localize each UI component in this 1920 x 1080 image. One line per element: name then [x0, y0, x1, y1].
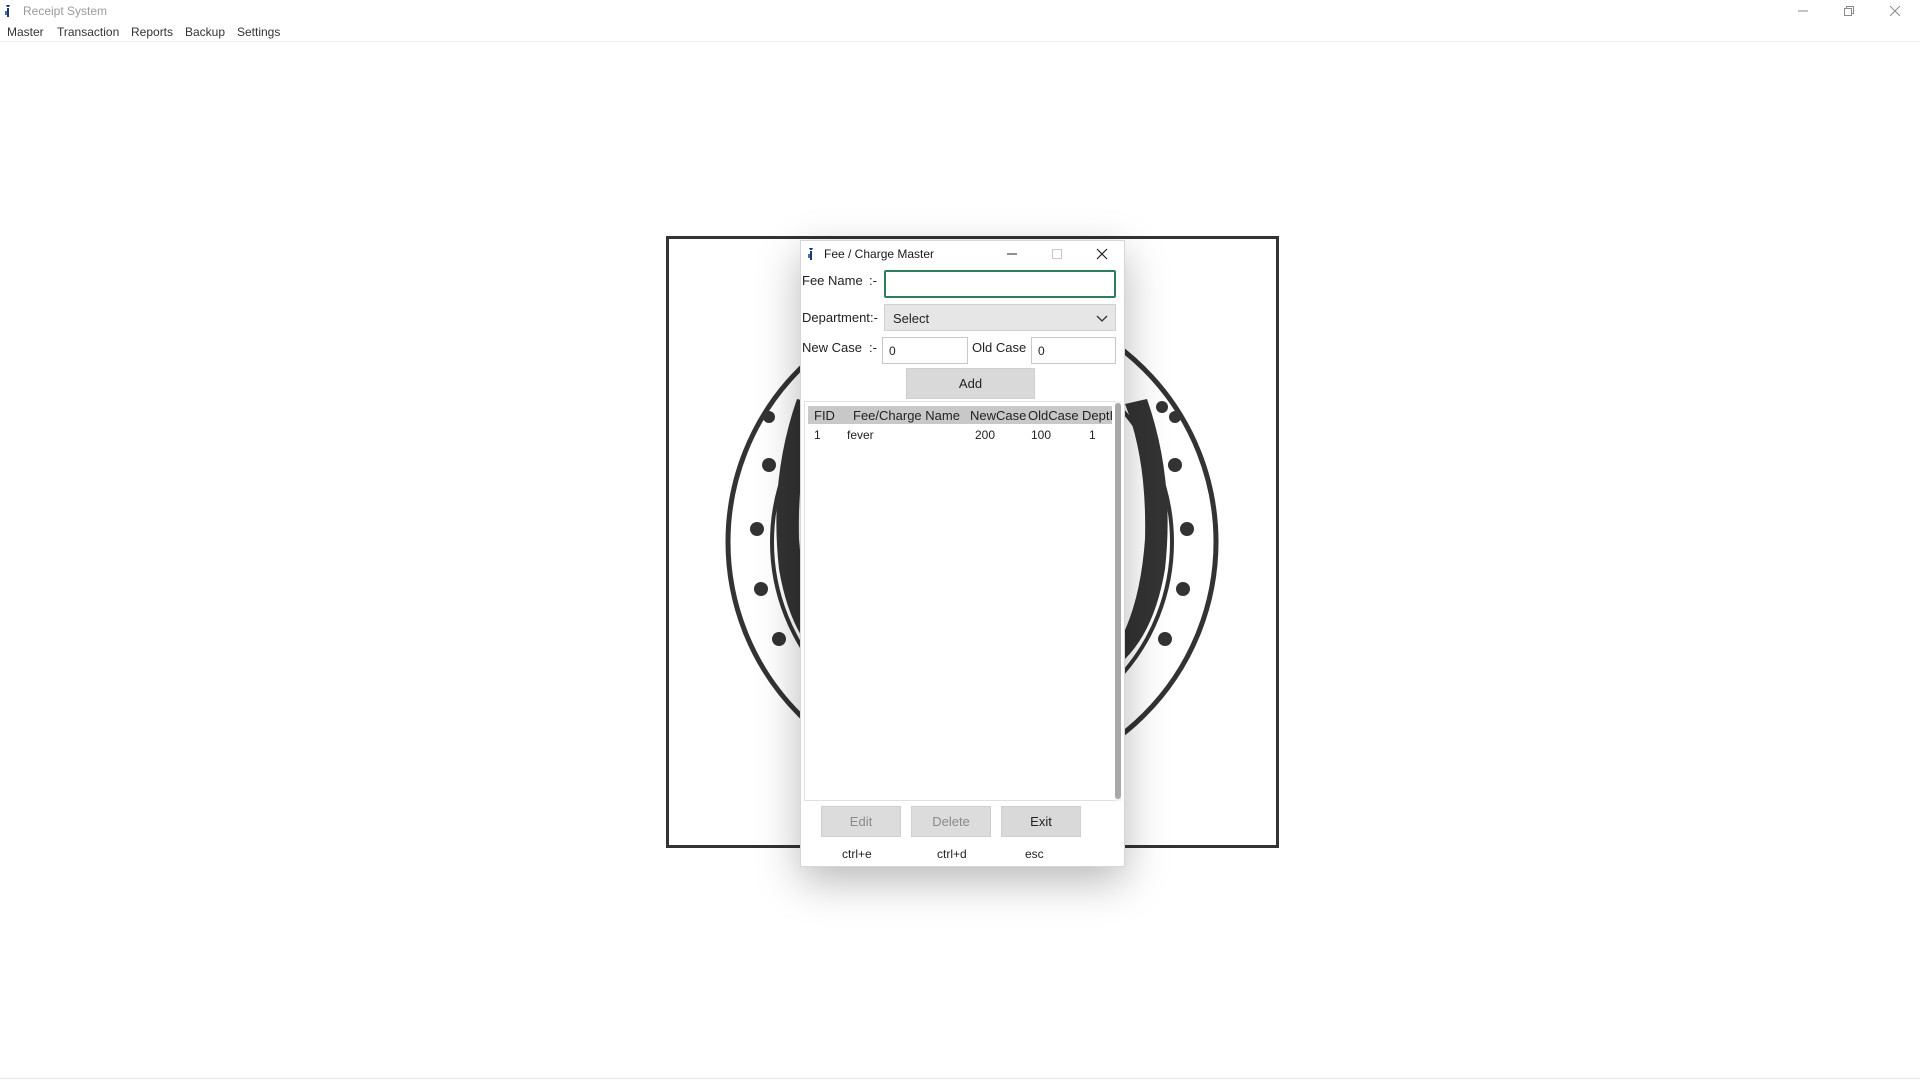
table-scrollbar[interactable] — [1115, 401, 1121, 801]
column-header-deptid[interactable]: DeptId — [1082, 408, 1112, 423]
delete-button[interactable]: Delete — [911, 806, 991, 837]
close-icon — [1096, 248, 1108, 259]
exit-shortcut-hint: esc — [1025, 847, 1044, 861]
restore-button[interactable] — [1826, 0, 1872, 22]
add-button[interactable]: Add — [906, 368, 1035, 399]
fee-charge-dialog: Fee / Charge Master Fee Name :- Departme… — [800, 240, 1125, 867]
fee-table: FID Fee/Charge Name NewCase OldCase Dept… — [804, 401, 1121, 801]
cell-deptid: 1 — [1089, 428, 1096, 442]
table-row[interactable]: 1 fever 200 100 1 — [808, 426, 1112, 444]
department-select[interactable]: Select — [884, 304, 1116, 331]
column-header-fid[interactable]: FID — [814, 408, 835, 423]
minimize-button[interactable] — [1780, 0, 1826, 22]
maximize-icon — [1052, 248, 1062, 259]
close-icon — [1890, 6, 1900, 16]
dialog-close-button[interactable] — [1086, 243, 1118, 264]
cell-fid: 1 — [814, 428, 821, 442]
menu-settings[interactable]: Settings — [237, 25, 280, 39]
department-selected-value: Select — [893, 311, 930, 326]
dialog-minimize-button[interactable] — [996, 243, 1028, 264]
fee-name-input[interactable] — [884, 270, 1116, 298]
app-logo-icon — [5, 5, 10, 17]
scrollbar-thumb[interactable] — [1115, 403, 1121, 799]
edit-button[interactable]: Edit — [821, 806, 901, 837]
table-header: FID Fee/Charge Name NewCase OldCase Dept… — [808, 406, 1112, 424]
status-divider — [0, 1078, 1920, 1079]
column-header-newcase[interactable]: NewCase — [970, 408, 1026, 423]
dialog-title: Fee / Charge Master — [824, 247, 935, 261]
menu-master[interactable]: Master — [7, 25, 44, 39]
menu-reports[interactable]: Reports — [131, 25, 173, 39]
old-case-input[interactable] — [1031, 337, 1116, 364]
department-label: Department — [802, 310, 870, 325]
close-button[interactable] — [1872, 0, 1918, 22]
new-case-input[interactable] — [882, 337, 968, 364]
minimize-icon — [1798, 10, 1808, 12]
column-header-fee-name[interactable]: Fee/Charge Name — [853, 408, 960, 423]
new-case-separator: :- — [869, 340, 877, 355]
cell-oldcase: 100 — [1031, 428, 1052, 442]
column-header-oldcase[interactable]: OldCase — [1028, 408, 1079, 423]
cell-fee-name: fever — [847, 428, 874, 442]
exit-button[interactable]: Exit — [1001, 806, 1081, 837]
minimize-icon — [1007, 253, 1017, 254]
restore-icon — [1844, 6, 1854, 16]
menu-bar: Master Transaction Reports Backup Settin… — [0, 22, 1920, 42]
chevron-down-icon — [1096, 315, 1108, 322]
dialog-titlebar: Fee / Charge Master — [801, 241, 1124, 266]
menu-transaction[interactable]: Transaction — [57, 25, 119, 39]
app-logo-icon — [808, 248, 813, 260]
edit-shortcut-hint: ctrl+e — [842, 847, 872, 861]
dialog-maximize-button[interactable] — [1041, 243, 1073, 264]
fee-name-label: Fee Name — [802, 273, 863, 288]
old-case-label: Old Case — [972, 340, 1027, 355]
menu-backup[interactable]: Backup — [185, 25, 225, 39]
delete-shortcut-hint: ctrl+d — [937, 847, 967, 861]
main-titlebar: Receipt System — [0, 0, 1920, 22]
new-case-label: New Case — [802, 340, 862, 355]
app-title: Receipt System — [23, 4, 108, 18]
fee-name-separator: :- — [869, 273, 877, 288]
cell-newcase: 200 — [975, 428, 996, 442]
department-separator: :- — [870, 310, 878, 325]
